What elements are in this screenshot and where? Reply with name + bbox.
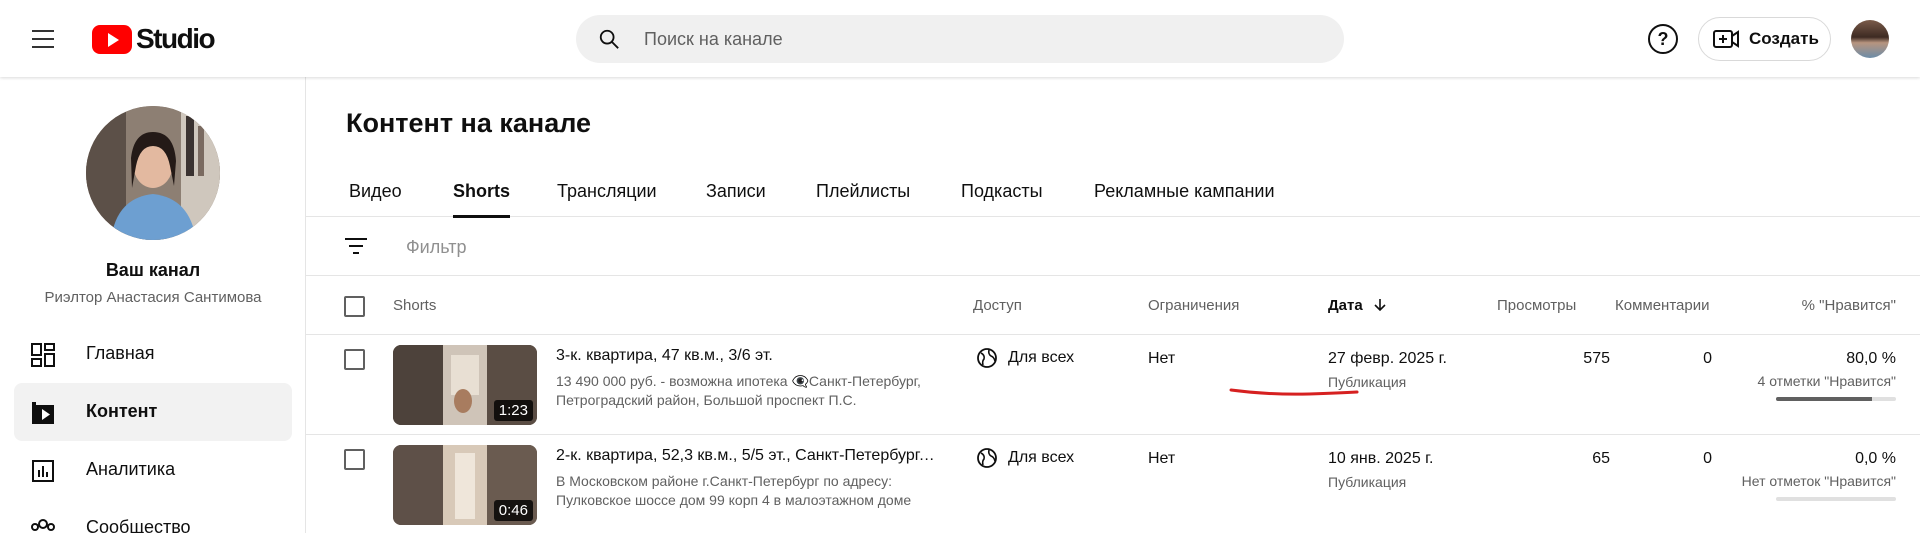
column-header-views[interactable]: Просмотры <box>1497 297 1576 314</box>
column-header-access[interactable]: Доступ <box>973 297 1022 314</box>
select-all-checkbox[interactable] <box>344 296 365 317</box>
account-avatar[interactable] <box>1851 20 1889 58</box>
filter-bar <box>306 218 1920 276</box>
sidebar-item-label: Главная <box>86 343 155 363</box>
sort-arrow-down-icon <box>1374 299 1386 312</box>
likes-bar <box>1776 497 1896 501</box>
table-row[interactable]: 1:23 3-к. квартира, 47 кв.м., 3/6 эт. 13… <box>306 335 1920 435</box>
views-count[interactable]: 575 <box>1536 350 1610 368</box>
publish-status: Публикация <box>1328 374 1407 390</box>
likes-bar-fill <box>1776 397 1872 401</box>
video-description: 13 490 000 руб. - возможна ипотека 👁️‍🗨️… <box>556 373 921 408</box>
sidebar-item-label: Сообщество <box>86 517 191 533</box>
sidebar-item-label: Аналитика <box>86 459 176 479</box>
filter-icon[interactable] <box>344 236 368 256</box>
menu-button[interactable] <box>26 22 66 56</box>
create-video-icon <box>1713 30 1739 48</box>
search-bar <box>576 15 1344 63</box>
analytics-icon <box>32 460 54 482</box>
row-checkbox[interactable] <box>344 449 365 470</box>
menu-icon-line <box>32 38 54 40</box>
likes-percent: 80,0 % <box>1846 350 1896 367</box>
likes-percent: 0,0 % <box>1855 450 1896 467</box>
likes-count-label: Нет отметок "Нравится" <box>1741 473 1896 489</box>
youtube-play-icon <box>92 24 132 54</box>
filter-input[interactable] <box>406 218 1006 276</box>
sidebar-item-community[interactable]: Сообщество <box>14 499 292 533</box>
column-header-likes[interactable]: % "Нравится" <box>1802 297 1896 314</box>
column-header-date[interactable]: Дата <box>1328 297 1387 314</box>
column-header-restrictions[interactable]: Ограничения <box>1148 297 1239 314</box>
video-duration: 0:46 <box>493 500 533 521</box>
access-cell[interactable]: Для всех <box>976 447 1074 469</box>
access-cell[interactable]: Для всех <box>976 347 1074 369</box>
video-description: В Московском районе г.Санкт-Петербург по… <box>556 473 912 508</box>
comments-count[interactable]: 0 <box>1636 350 1712 368</box>
column-header-shorts: Shorts <box>393 297 437 314</box>
video-thumbnail[interactable]: 0:46 <box>393 445 537 525</box>
restrictions-value: Нет <box>1148 350 1176 367</box>
publish-date: 27 февр. 2025 г. <box>1328 350 1447 367</box>
column-header-date-label: Дата <box>1328 297 1363 314</box>
video-title[interactable]: 2-к. квартира, 52,3 кв.м., 5/5 эт., Санк… <box>556 447 936 465</box>
search-icon[interactable] <box>598 28 620 50</box>
search-input[interactable] <box>644 15 1304 63</box>
create-label: Создать <box>1749 29 1819 48</box>
dashboard-icon <box>31 343 55 367</box>
row-checkbox[interactable] <box>344 349 365 370</box>
content-icon <box>32 402 54 424</box>
access-label: Для всех <box>1008 449 1075 466</box>
globe-icon <box>977 348 997 368</box>
sidebar-item-label: Контент <box>86 401 158 421</box>
video-thumbnail[interactable]: 1:23 <box>393 345 537 425</box>
main-content: Контент на канале Видео Shorts Трансляци… <box>306 77 1920 533</box>
channel-title: Ваш канал <box>105 260 201 280</box>
channel-avatar-image <box>86 106 220 240</box>
access-label: Для всех <box>1008 349 1075 366</box>
views-count[interactable]: 65 <box>1536 450 1610 468</box>
comments-count[interactable]: 0 <box>1636 450 1712 468</box>
help-icon[interactable]: ? <box>1648 24 1678 54</box>
sidebar-item-content[interactable]: Контент <box>14 383 292 441</box>
studio-logo[interactable]: Studio <box>92 22 216 56</box>
publish-status: Публикация <box>1328 474 1407 490</box>
logo-text: Studio <box>136 23 216 54</box>
menu-icon <box>32 30 54 32</box>
top-header: Studio ? Создать <box>0 0 1920 77</box>
restrictions-value: Нет <box>1148 450 1176 467</box>
page-title: Контент на канале <box>346 108 592 138</box>
sidebar-item-analytics[interactable]: Аналитика <box>14 441 292 499</box>
create-button[interactable]: Создать <box>1698 17 1831 61</box>
channel-avatar[interactable] <box>86 106 220 240</box>
table-header: Shorts Доступ Ограничения Дата Просмотры… <box>306 277 1920 335</box>
column-header-comments[interactable]: Комментарии <box>1615 297 1709 314</box>
menu-icon-line <box>32 46 54 48</box>
tab-shorts[interactable]: Shorts <box>453 181 511 218</box>
table-row[interactable]: 0:46 2-к. квартира, 52,3 кв.м., 5/5 эт.,… <box>306 435 1920 533</box>
video-title[interactable]: 3-к. квартира, 47 кв.м., 3/6 эт. <box>556 347 936 365</box>
content-tabs: Видео Shorts Трансляции Записи Плейлисты… <box>306 173 1920 218</box>
community-icon <box>31 519 55 531</box>
likes-count-label: 4 отметки "Нравится" <box>1757 373 1896 389</box>
video-duration: 1:23 <box>493 400 533 421</box>
likes-bar <box>1776 397 1896 401</box>
channel-name: Риэлтор Анастасия Сантимова <box>44 289 262 306</box>
globe-icon <box>977 448 997 468</box>
sidebar: Ваш канал Риэлтор Анастасия Сантимова Гл… <box>0 77 306 533</box>
publish-date: 10 янв. 2025 г. <box>1328 450 1434 467</box>
sidebar-item-dashboard[interactable]: Главная <box>14 325 292 383</box>
